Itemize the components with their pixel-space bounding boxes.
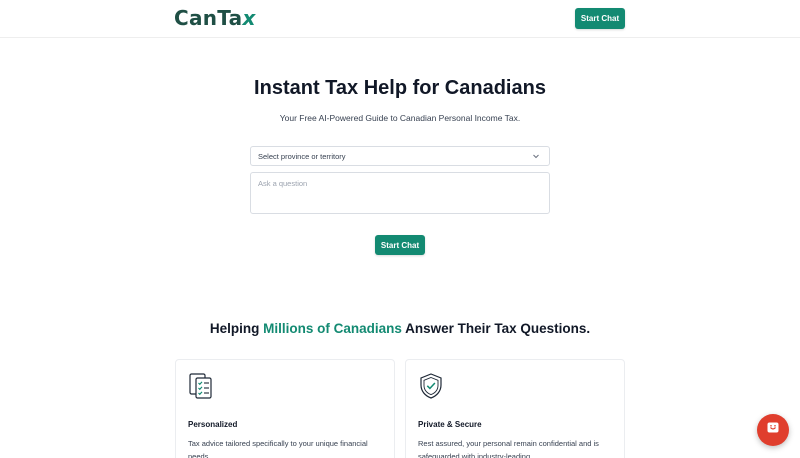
hero-title: Instant Tax Help for Canadians (254, 77, 546, 99)
shield-check-icon (418, 372, 444, 405)
section-title-highlight: Millions of Canadians (263, 321, 402, 336)
province-select[interactable]: Select province or territory (250, 146, 550, 166)
province-select-value: Select province or territory (258, 151, 346, 161)
feature-card-personalized: Personalized Tax advice tailored specifi… (175, 359, 395, 458)
chat-widget-button[interactable] (757, 414, 789, 446)
section-title-after: Answer Their Tax Questions. (401, 321, 591, 336)
logo-check-mark: x (242, 6, 256, 30)
card-description: Tax advice tailored specifically to your… (188, 439, 368, 458)
start-chat-button[interactable]: Start Chat (375, 235, 425, 255)
checklist-document-icon (188, 372, 214, 405)
question-input[interactable] (250, 172, 550, 214)
cantax-logo[interactable]: CanTa x (174, 6, 256, 30)
chevron-down-icon (532, 152, 540, 162)
card-description: Rest assured, your personal remain confi… (418, 439, 599, 458)
section-title: Helping Millions of Canadians Answer The… (0, 321, 800, 336)
hero-subtitle: Your Free AI-Powered Guide to Canadian P… (279, 113, 521, 123)
logo-text: CanTa (174, 6, 243, 30)
card-title: Personalized (188, 420, 238, 429)
card-title: Private & Secure (418, 420, 482, 429)
chat-smile-icon (766, 421, 780, 440)
section-title-before: Helping (209, 321, 264, 336)
feature-card-private-secure: Private & Secure Rest assured, your pers… (405, 359, 625, 458)
site-header: CanTa x Start Chat (0, 0, 800, 38)
header-start-chat-button[interactable]: Start Chat (575, 8, 625, 29)
